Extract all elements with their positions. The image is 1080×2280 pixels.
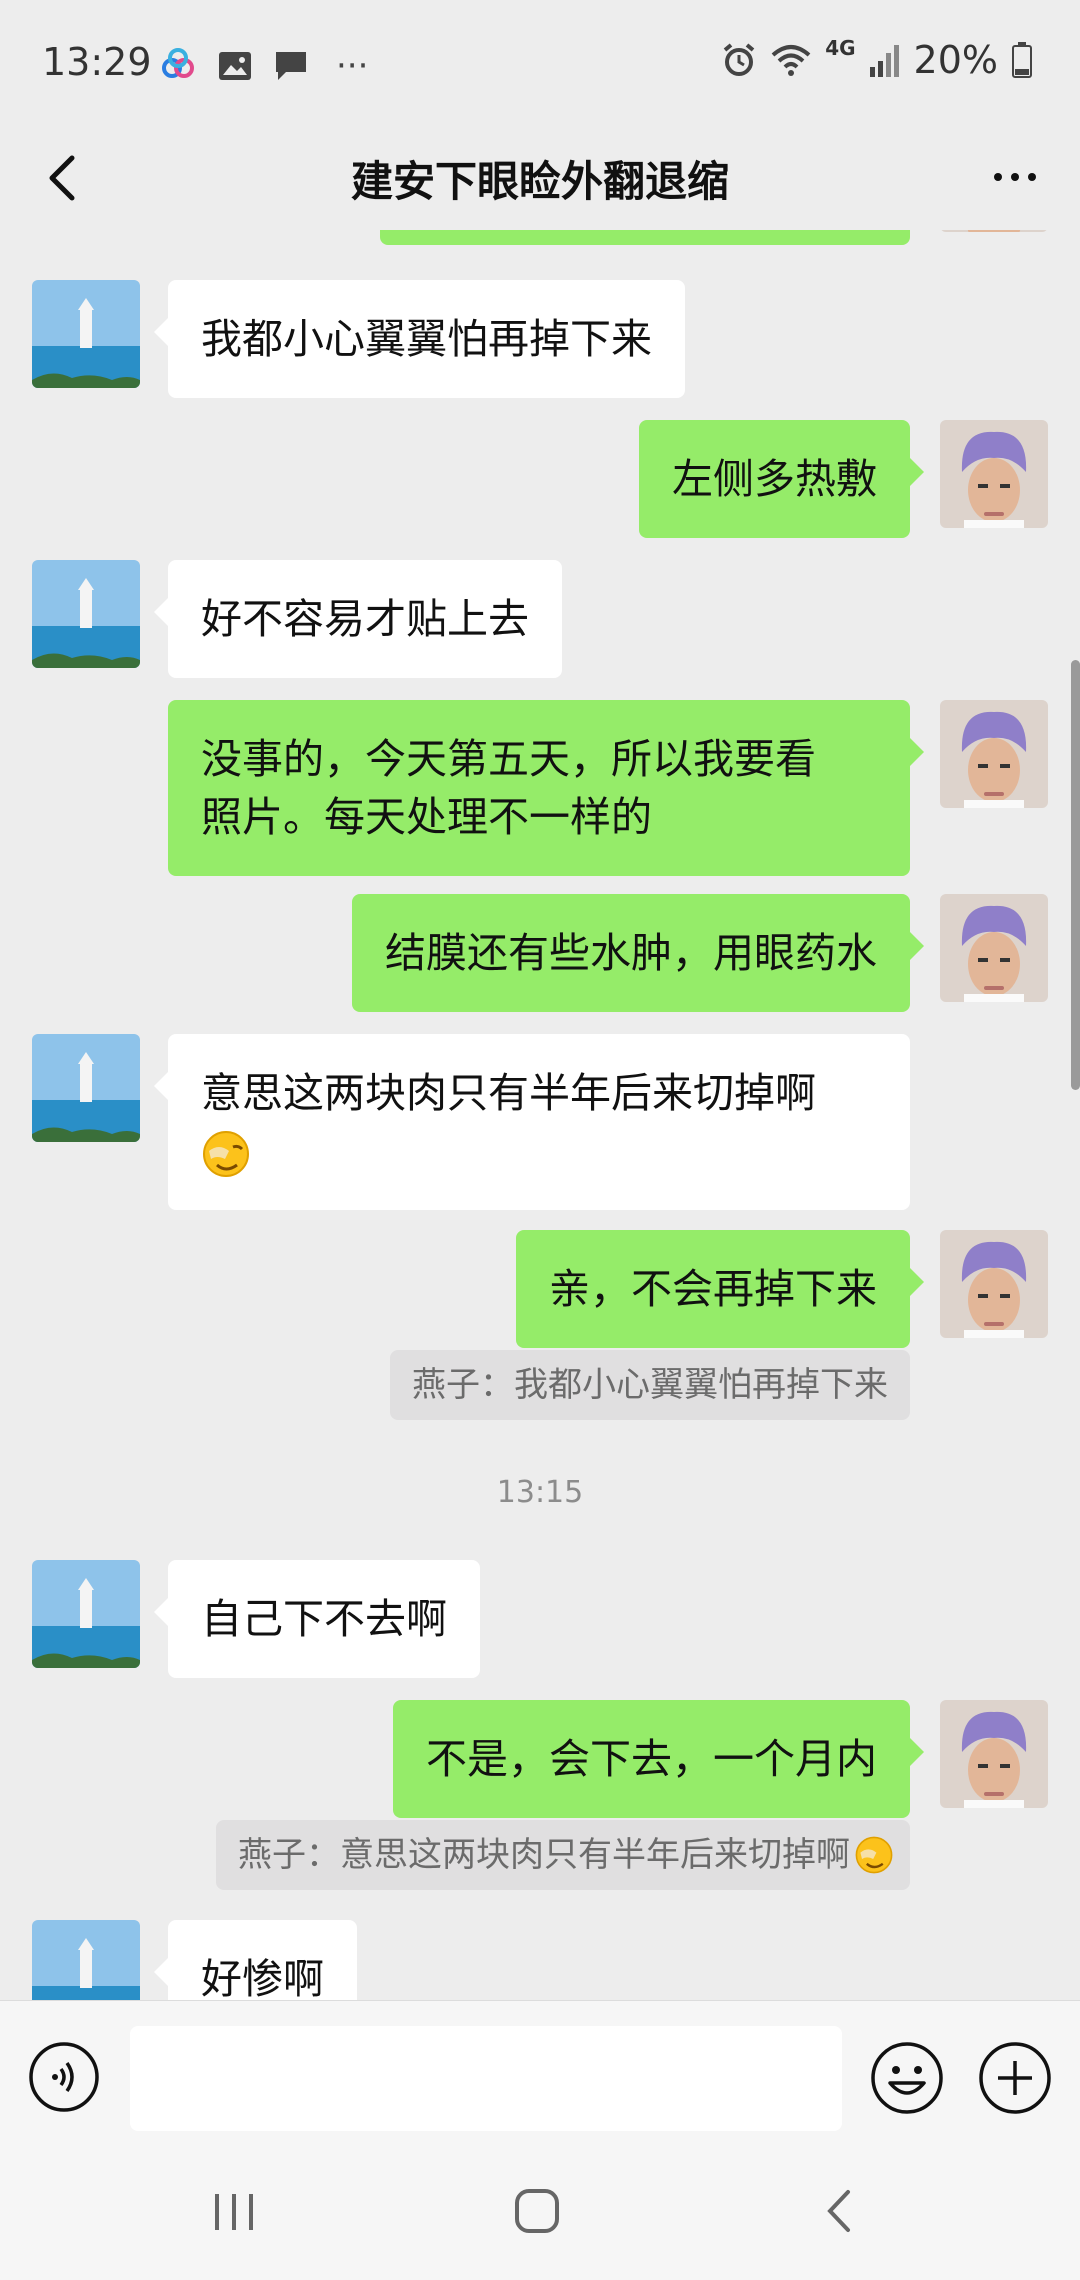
recent-apps-button[interactable] [212, 2192, 258, 2232]
quoted-reply[interactable]: 燕子：我都小心翼翼怕再掉下来 [390, 1350, 910, 1420]
contact-avatar[interactable] [32, 280, 140, 388]
more-options-button[interactable] [980, 142, 1050, 212]
home-button[interactable] [512, 2186, 562, 2236]
message-text-line: 没事的，今天第五天，所以我要看 [201, 735, 816, 783]
lighthouse-avatar-image [32, 280, 140, 388]
message-text: 意思这两块肉只有半年后来切掉啊 [201, 1069, 816, 1117]
outgoing-message[interactable]: 左侧多热敷 [639, 420, 924, 538]
chat-header: 建安下眼睑外翻退缩 [0, 120, 1080, 230]
status-time: 13:29 [42, 40, 152, 84]
doctor-avatar-image [940, 230, 1048, 232]
chat-title: 建安下眼睑外翻退缩 [350, 157, 729, 206]
quote-text: 燕子：意思这两块肉只有半年后来切掉啊 [238, 1835, 850, 1875]
system-back-button[interactable] [820, 2186, 860, 2236]
message-text: 我都小心翼翼怕再掉下来 [201, 315, 652, 363]
lighthouse-avatar-image [32, 1920, 140, 2000]
doctor-avatar-image [940, 1230, 1048, 1338]
outgoing-message[interactable]: 结膜还有些水肿，用眼药水 [352, 894, 924, 1012]
message-input[interactable] [130, 2026, 842, 2131]
contact-avatar[interactable] [32, 1920, 140, 2000]
incoming-message[interactable]: 好不容易才贴上去 [154, 560, 562, 678]
outgoing-message[interactable]: 没事的，今天第五天，所以我要看 照片。每天处理不一样的 [168, 700, 924, 876]
doctor-avatar-image [940, 420, 1048, 528]
voice-icon [29, 2042, 99, 2112]
more-dot-icon [1028, 173, 1036, 181]
outgoing-message[interactable]: 亲，不会再掉下来 [516, 1230, 924, 1348]
lighthouse-avatar-image [32, 560, 140, 668]
message-text: 左侧多热敷 [672, 455, 877, 503]
message-text: 自己下不去啊 [201, 1595, 447, 1643]
message-text: 亲，不会再掉下来 [549, 1265, 877, 1313]
signal-icon [869, 45, 899, 77]
system-navigation-bar [0, 2150, 1080, 2280]
incoming-message[interactable]: 好惨啊 [154, 1920, 357, 2000]
my-avatar[interactable] [940, 700, 1048, 808]
facepalm-emoji-icon [855, 1836, 893, 1874]
contact-avatar[interactable] [32, 560, 140, 668]
my-avatar[interactable] [940, 230, 1048, 232]
incoming-message[interactable]: 意思这两块肉只有半年后来切掉啊 [154, 1034, 910, 1210]
incoming-message[interactable]: 自己下不去啊 [154, 1560, 480, 1678]
status-bar: 13:29 ··· 4G 20% [0, 0, 1080, 130]
app-notification-icon [162, 48, 194, 78]
incoming-message[interactable]: 我都小心翼翼怕再掉下来 [154, 280, 685, 398]
more-notifications-icon: ··· [336, 46, 369, 86]
more-dot-icon [994, 173, 1002, 181]
recent-apps-icon [215, 2194, 253, 2230]
chat-area[interactable]: 我都小心翼翼怕再掉下来 左侧多热敷 好不容易才贴上去 没事的，今天第五天，所以我… [0, 230, 1080, 2000]
my-avatar[interactable] [940, 1230, 1048, 1338]
more-functions-button[interactable] [978, 2041, 1052, 2115]
quoted-reply[interactable]: 燕子：意思这两块肉只有半年后来切掉啊 [216, 1820, 910, 1890]
message-icon [276, 52, 306, 80]
plus-icon [979, 2042, 1051, 2114]
emoji-button[interactable] [870, 2041, 944, 2115]
message-text: 好不容易才贴上去 [201, 595, 529, 643]
doctor-avatar-image [940, 894, 1048, 1002]
timestamp-separator: 13:15 [496, 1475, 584, 1510]
alarm-icon [723, 43, 755, 76]
more-dot-icon [1011, 173, 1019, 181]
lighthouse-avatar-image [32, 1560, 140, 1668]
wifi-icon [771, 45, 811, 76]
input-bar [0, 2000, 1080, 2151]
message-text: 好惨啊 [201, 1955, 324, 2000]
back-arrow-icon [827, 2190, 850, 2232]
network-type: 4G [825, 36, 856, 60]
my-avatar[interactable] [940, 894, 1048, 1002]
voice-input-button[interactable] [28, 2041, 100, 2113]
contact-avatar[interactable] [32, 1560, 140, 1668]
outgoing-message[interactable]: 不是，会下去，一个月内 [393, 1700, 924, 1818]
my-avatar[interactable] [940, 420, 1048, 528]
message-text: 结膜还有些水肿，用眼药水 [385, 929, 877, 977]
home-icon [515, 2189, 559, 2233]
status-right: 4G 20% [721, 36, 1032, 82]
quote-text: 燕子：我都小心翼翼怕再掉下来 [412, 1365, 888, 1405]
lighthouse-avatar-image [32, 1034, 140, 1142]
partial-outgoing-bubble[interactable] [380, 230, 910, 245]
message-text-line: 照片。每天处理不一样的 [201, 793, 652, 841]
smiley-icon [871, 2042, 943, 2114]
my-avatar[interactable] [940, 1700, 1048, 1808]
battery-percent: 20% [913, 38, 998, 82]
message-text: 不是，会下去，一个月内 [426, 1735, 877, 1783]
contact-avatar[interactable] [32, 1034, 140, 1142]
doctor-avatar-image [940, 1700, 1048, 1808]
message-emoji-row [201, 1122, 877, 1180]
battery-icon [1012, 42, 1032, 78]
doctor-avatar-image [940, 700, 1048, 808]
notification-icons: ··· [160, 46, 368, 86]
facepalm-emoji-icon [203, 1131, 249, 1177]
scrollbar[interactable] [1071, 660, 1080, 1090]
gallery-icon [219, 52, 251, 80]
